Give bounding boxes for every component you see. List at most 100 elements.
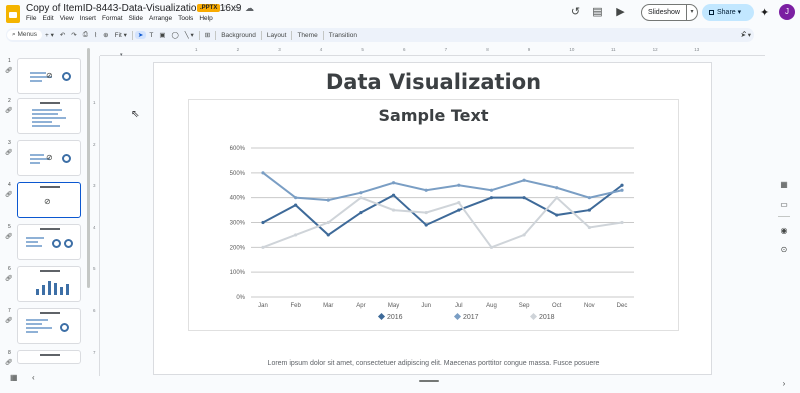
menu-slide[interactable]: Slide xyxy=(129,15,143,22)
theme-button[interactable]: Theme xyxy=(294,32,320,39)
collapse-filmstrip-chevron-icon[interactable]: ‹ xyxy=(32,373,35,382)
ruler-tick-label: 3 xyxy=(278,47,281,52)
x-tick-label: May xyxy=(388,303,399,309)
slideshow-options-chevron-icon[interactable]: ▾ xyxy=(686,4,698,21)
data-point-2016 xyxy=(489,196,494,200)
menu-arrange[interactable]: Arrange xyxy=(149,15,172,22)
slide-thumbnail-row[interactable]: 6 🔗︎ xyxy=(0,266,90,306)
legend-label-2017: 2017 xyxy=(463,314,479,321)
data-point-2017 xyxy=(555,186,559,190)
layout-button[interactable]: Layout xyxy=(264,32,290,39)
slide-thumbnail[interactable] xyxy=(17,308,81,344)
slide-number: 4 xyxy=(8,182,11,188)
ruler-tick-label: 1 xyxy=(195,47,198,52)
slide-thumbnail[interactable] xyxy=(17,266,81,302)
slide-thumbnail-row[interactable]: 7 🔗︎ xyxy=(0,308,90,348)
slide-canvas[interactable]: Data Visualization Sample Text 0% 100% 200… xyxy=(153,62,712,375)
menu-format[interactable]: Format xyxy=(102,15,123,22)
expand-side-panel-icon[interactable]: › xyxy=(778,379,790,391)
menus-search-input[interactable]: ⌕ Menus xyxy=(7,30,42,40)
image-icon[interactable]: ▣ xyxy=(156,31,168,39)
link-icon: 🔗︎ xyxy=(5,192,13,198)
y-tick-label: 0% xyxy=(236,295,245,301)
slide-thumbnail-row[interactable]: 2 🔗︎ xyxy=(0,98,90,138)
slide-thumbnail-row[interactable]: 8 🔗︎ xyxy=(0,350,90,390)
cloud-status-icon[interactable]: ☁ xyxy=(245,3,254,14)
grid-view-icon[interactable]: ▦ xyxy=(10,373,18,382)
thumb-donut xyxy=(62,154,71,163)
meet-icon[interactable]: ▶ xyxy=(614,6,627,19)
x-tick-label: Jan xyxy=(258,303,268,309)
maps-addon-icon[interactable]: ⊙ xyxy=(778,245,790,257)
notes-resize-handle[interactable] xyxy=(419,380,439,382)
slide-thumbnail-selected[interactable]: ⊘ xyxy=(17,182,81,218)
menu-help[interactable]: Help xyxy=(199,15,212,22)
menu-insert[interactable]: Insert xyxy=(80,15,96,22)
data-point-2018 xyxy=(489,245,494,249)
filmstrip-scrollbar[interactable] xyxy=(87,48,90,288)
move-folder-icon[interactable]: ▭ xyxy=(233,3,242,14)
slide-thumbnail[interactable] xyxy=(17,350,81,364)
menu-view[interactable]: View xyxy=(60,15,74,22)
account-avatar[interactable]: J xyxy=(779,4,795,20)
text-box-icon[interactable]: T xyxy=(146,32,156,39)
background-button[interactable]: Background xyxy=(218,32,259,39)
toolbar-divider xyxy=(198,30,200,40)
link-icon: 🔗︎ xyxy=(5,108,13,114)
tasks-addon-icon[interactable]: ◉ xyxy=(778,226,790,238)
menu-file[interactable]: File xyxy=(26,15,36,22)
x-tick-label: Oct xyxy=(552,303,562,309)
redo-icon[interactable]: ↷ xyxy=(68,31,79,39)
new-slide-icon[interactable]: + ▾ xyxy=(42,31,57,39)
chart-object[interactable]: Sample Text 0% 100% 200% 300% 400% 500% 600% Ja… xyxy=(188,99,679,331)
collapse-toolbar-chevron-icon[interactable]: ⌃ xyxy=(741,30,748,39)
title-bar: Copy of ItemID-8443-Data-Visualization-0… xyxy=(0,0,800,27)
y-tick-label: 100% xyxy=(230,270,246,276)
slide-thumbnail-row[interactable]: 3 🔗︎ ⊘ xyxy=(0,140,90,180)
history-icon[interactable]: ↺ xyxy=(569,6,582,19)
series-line-2017 xyxy=(262,172,623,202)
print-icon[interactable]: ⎙ xyxy=(80,31,91,39)
slide-thumbnail-row[interactable]: 5 🔗︎ xyxy=(0,224,90,264)
share-button[interactable]: Share ▾ xyxy=(702,4,754,21)
slide-thumbnail[interactable] xyxy=(17,98,81,134)
slide-title[interactable]: Data Visualization xyxy=(154,70,713,94)
data-point-2016 xyxy=(555,213,559,217)
comments-icon[interactable]: ▤ xyxy=(591,6,604,19)
horizontal-ruler[interactable] xyxy=(100,46,765,56)
data-point-2017 xyxy=(359,191,363,195)
zoom-icon[interactable]: ⊕ xyxy=(100,31,111,39)
zoom-select[interactable]: Fit ▾ xyxy=(112,31,130,39)
thumb-title-line xyxy=(18,270,80,272)
slide-thumbnail[interactable]: ⊘ xyxy=(17,140,81,176)
data-point-2016 xyxy=(620,183,624,187)
slide-thumbnail[interactable] xyxy=(17,224,81,260)
paint-format-icon[interactable]: ⌇ xyxy=(91,31,100,39)
line-icon[interactable]: ╲ ▾ xyxy=(182,31,197,39)
slide-footer-text[interactable]: Lorem ipsum dolor sit amet, consectetuer… xyxy=(154,360,713,367)
transition-button[interactable]: Transition xyxy=(326,32,360,39)
shape-icon[interactable]: ◯ xyxy=(169,31,182,39)
keep-addon-icon[interactable]: ▭ xyxy=(778,200,790,212)
ruler-tick-label: 4 xyxy=(93,224,96,230)
menu-edit[interactable]: Edit xyxy=(42,15,53,22)
menu-tools[interactable]: Tools xyxy=(178,15,193,22)
select-cursor-icon[interactable]: ➤ xyxy=(134,31,147,39)
slides-logo-icon[interactable] xyxy=(6,5,20,23)
ruler-indent-marker-icon[interactable]: ▾ xyxy=(120,52,123,58)
star-icon[interactable]: ☆ xyxy=(221,3,229,14)
thumb-hbar-chart xyxy=(26,319,52,335)
undo-icon[interactable]: ↶ xyxy=(57,31,68,39)
calendar-addon-icon[interactable]: ▦ xyxy=(778,180,790,192)
slideshow-button[interactable]: Slideshow xyxy=(641,4,687,21)
x-tick-label: Apr xyxy=(356,303,365,309)
data-point-2016 xyxy=(326,233,330,237)
x-tick-label: Jul xyxy=(455,303,463,309)
gemini-sparkle-icon[interactable]: ✦ xyxy=(760,6,769,19)
slide-thumbnail-row[interactable]: 1 🔗︎ ⊘ xyxy=(0,58,90,98)
slide-thumbnail[interactable]: ⊘ xyxy=(17,58,81,94)
hidden-slide-eye-icon: ⊘ xyxy=(44,197,51,206)
slide-thumbnail-row-selected[interactable]: 4 🔗︎ ⊘ xyxy=(0,182,90,222)
toolbar-divider xyxy=(291,30,293,40)
comment-add-icon[interactable]: ⊞ xyxy=(202,31,213,39)
